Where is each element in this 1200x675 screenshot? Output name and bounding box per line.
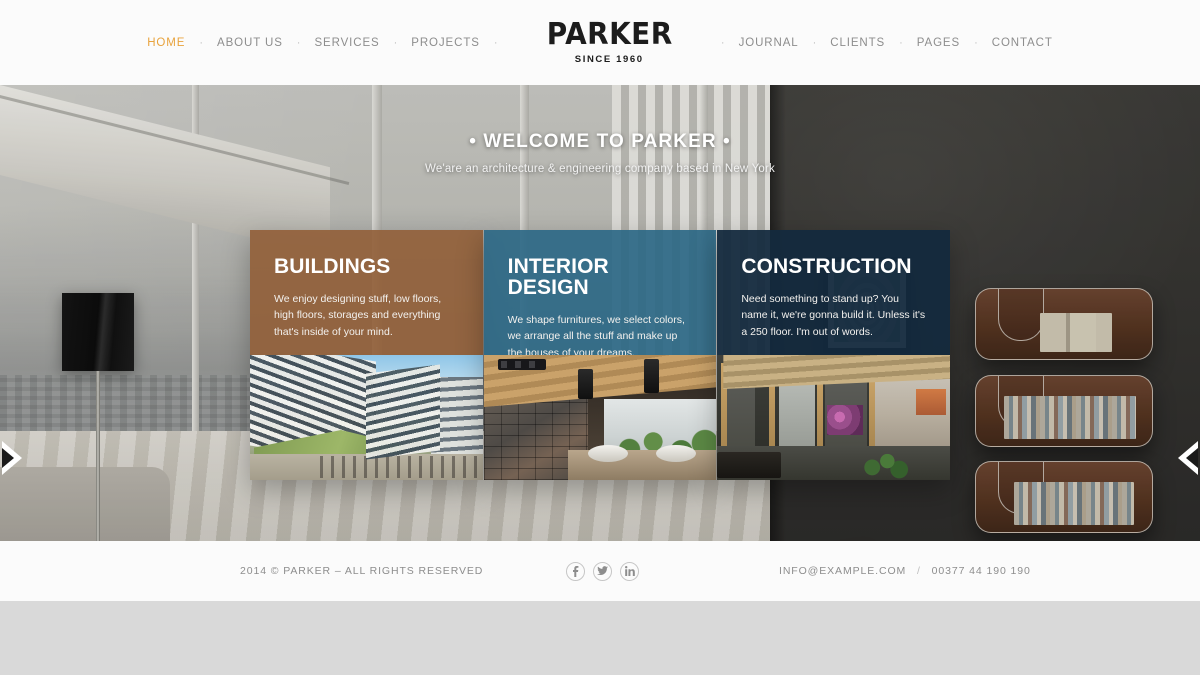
nav-item-home[interactable]: HOME: [147, 37, 185, 49]
next-slide-arrow[interactable]: [1174, 439, 1200, 477]
card-description: We enjoy designing stuff, low floors, hi…: [274, 293, 442, 338]
corridor-artwork: [827, 405, 864, 435]
site-footer: 2014 © PARKER – ALL RIGHTS RESERVED INFO…: [0, 541, 1200, 601]
card-title: BUILDINGS: [274, 255, 391, 278]
nav-item-projects[interactable]: PROJECTS: [411, 37, 480, 49]
site-header: HOME · ABOUT US · SERVICES · PROJECTS · …: [0, 0, 1200, 85]
nav-item-contact[interactable]: CONTACT: [992, 37, 1053, 49]
exterior-warm-light: [916, 389, 947, 415]
linkedin-icon[interactable]: [620, 561, 639, 581]
service-card-construction[interactable]: CONSTRUCTION Need something to stand up?…: [717, 230, 951, 480]
nav-separator: ·: [974, 36, 978, 49]
pendant-light: [643, 359, 659, 393]
corridor-bench: [717, 452, 782, 478]
site-logo[interactable]: PARKER SINCE 1960: [538, 20, 681, 65]
card-image-interior: [483, 355, 717, 480]
page-background-strip: [0, 601, 1200, 675]
card-image-construction: [717, 355, 951, 480]
hero-subtitle: We'are an architecture & engineering com…: [425, 163, 775, 175]
prev-slide-arrow[interactable]: [0, 439, 26, 477]
ceiling-spotlight-bar: [497, 359, 546, 370]
service-card-buildings[interactable]: BUILDINGS We enjoy designing stuff, low …: [250, 230, 483, 480]
twitter-icon[interactable]: [593, 561, 612, 581]
nav-separator: ·: [199, 36, 203, 49]
primary-nav-right: · JOURNAL · CLIENTS · PAGES · CONTACT: [707, 37, 1053, 49]
social-links: [566, 561, 639, 581]
footer-email[interactable]: INFO@EXAMPLE.COM: [779, 565, 906, 577]
card-description: Need something to stand up? You name it,…: [741, 293, 926, 338]
logo-wordmark: PARKER: [546, 17, 673, 53]
nav-separator: ·: [296, 36, 301, 49]
logo-tagline: SINCE 1960: [574, 54, 644, 66]
vessel-sink: [655, 445, 696, 462]
card-header: BUILDINGS We enjoy designing stuff, low …: [250, 230, 483, 355]
card-header: INTERIOR DESIGN We shape furnitures, we …: [483, 230, 717, 359]
card-image-buildings: [250, 355, 483, 480]
pedestrians: [320, 456, 483, 478]
hero-heading-block: • WELCOME TO PARKER • We'are an architec…: [0, 131, 1200, 175]
nav-item-services[interactable]: SERVICES: [314, 37, 379, 49]
page-root: HOME · ABOUT US · SERVICES · PROJECTS · …: [0, 0, 1200, 675]
hero-title: • WELCOME TO PARKER •: [469, 131, 731, 152]
primary-nav-left: HOME · ABOUT US · SERVICES · PROJECTS ·: [147, 37, 511, 49]
vessel-sink: [587, 445, 628, 462]
nav-separator: ·: [393, 36, 398, 49]
footer-contact: INFO@EXAMPLE.COM / 00377 44 190 190: [779, 565, 1031, 577]
footer-copyright: 2014 © PARKER – ALL RIGHTS RESERVED: [240, 565, 484, 577]
nav-separator: ·: [812, 36, 817, 49]
nav-item-about-us[interactable]: ABOUT US: [217, 37, 283, 49]
building-right: [430, 377, 483, 455]
nav-separator: ·: [899, 36, 903, 49]
card-header: CONSTRUCTION Need something to stand up?…: [717, 230, 951, 355]
nav-item-journal[interactable]: JOURNAL: [739, 37, 799, 49]
nav-item-clients[interactable]: CLIENTS: [830, 37, 885, 49]
facebook-icon[interactable]: [566, 561, 585, 581]
pendant-light: [577, 369, 593, 399]
footer-contact-separator: /: [917, 565, 921, 577]
card-description: We shape furnitures, we select colors, w…: [507, 314, 685, 359]
nav-separator: ·: [493, 36, 498, 49]
card-title: CONSTRUCTION: [741, 255, 912, 278]
potted-plant: [856, 438, 911, 480]
footer-phone[interactable]: 00377 44 190 190: [932, 565, 1031, 577]
nav-item-pages[interactable]: PAGES: [917, 37, 960, 49]
service-cards: BUILDINGS We enjoy designing stuff, low …: [250, 230, 951, 480]
service-card-interior-design[interactable]: INTERIOR DESIGN We shape furnitures, we …: [483, 230, 717, 480]
card-title: INTERIOR DESIGN: [507, 255, 609, 299]
hero-slider: • WELCOME TO PARKER • We'are an architec…: [0, 85, 1200, 541]
nav-separator: ·: [720, 36, 725, 49]
